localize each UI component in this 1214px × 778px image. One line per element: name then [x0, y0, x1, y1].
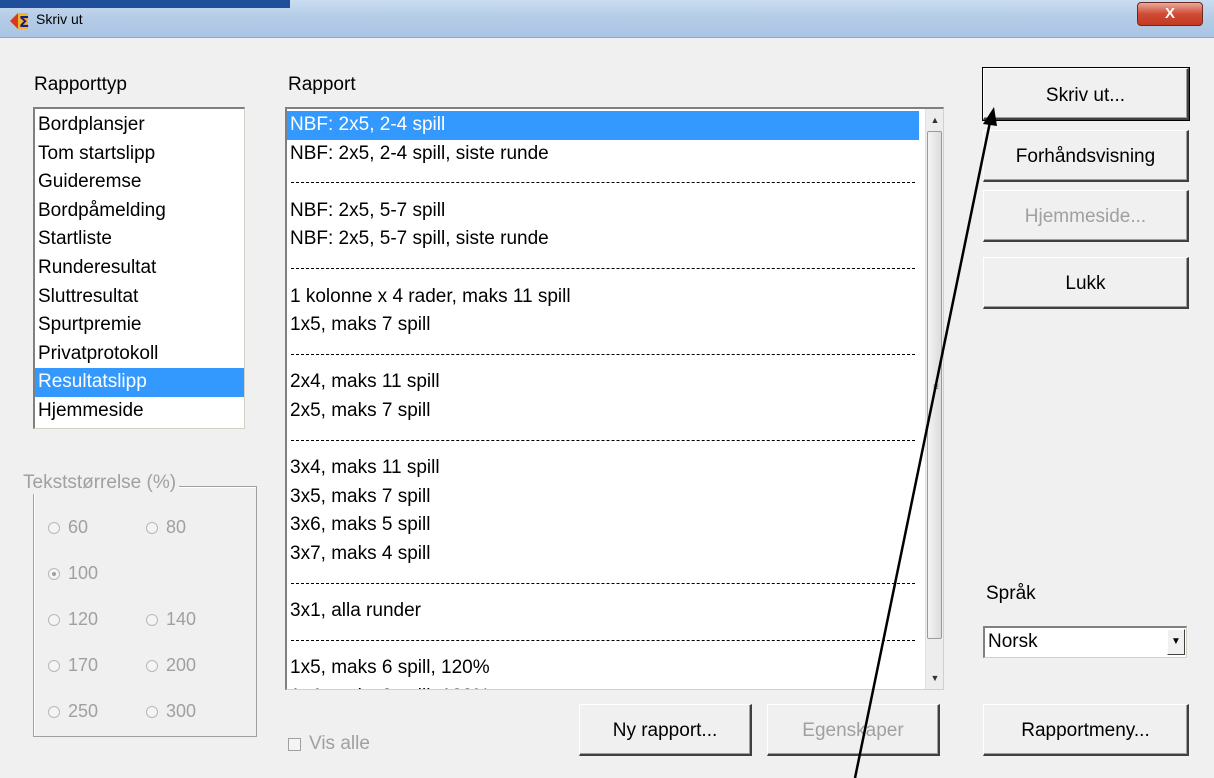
forhandsvisning-button[interactable]: Forhåndsvisning — [983, 130, 1189, 182]
lukk-button[interactable]: Lukk — [983, 257, 1189, 309]
radio-label: 200 — [166, 655, 197, 675]
rapporttyp-item[interactable]: Hjemmeside — [35, 397, 244, 426]
sprak-select[interactable]: Norsk ▼ — [983, 626, 1187, 658]
rapporttyp-item[interactable]: Bordpåmelding — [35, 197, 244, 226]
radio-label: 100 — [68, 563, 99, 583]
radio-option-60[interactable]: 60 — [48, 517, 88, 538]
rapport-separator — [287, 626, 919, 655]
radio-dot[interactable] — [48, 567, 60, 580]
radio-option-200[interactable]: 200 — [146, 655, 196, 676]
rapport-item[interactable]: 2x4, maks 11 spill — [287, 368, 919, 397]
rapport-item[interactable]: 1x4, maks 9 spill, 120% — [287, 683, 919, 689]
chevron-down-icon[interactable]: ▼ — [1167, 629, 1185, 655]
radio-option-300[interactable]: 300 — [146, 701, 196, 722]
rapporttyp-list[interactable]: Bordplansjer Tom startslipp Guideremse Bord… — [33, 107, 245, 429]
radio-dot[interactable] — [48, 613, 60, 626]
scrollbar-thumb[interactable]: ≡ — [927, 131, 942, 639]
rapporttyp-item[interactable]: Tom startslipp — [35, 140, 244, 169]
rapport-item[interactable]: 2x5, maks 7 spill — [287, 397, 919, 426]
scroll-down-icon[interactable]: ▼ — [926, 669, 943, 687]
radio-label: 80 — [166, 517, 187, 537]
rapporttyp-item[interactable]: Guideremse — [35, 168, 244, 197]
scroll-up-icon[interactable]: ▲ — [926, 111, 943, 129]
rapporttyp-label: Rapporttyp — [34, 74, 127, 95]
window-title: Skriv ut — [36, 11, 83, 27]
rapport-item[interactable]: NBF: 2x5, 5-7 spill — [287, 197, 919, 226]
rapport-item[interactable]: NBF: 2x5, 2-4 spill — [287, 111, 919, 140]
svg-text:Σ: Σ — [19, 13, 29, 31]
title-strip — [0, 0, 290, 8]
hjemmeside-button[interactable]: Hjemmeside... — [983, 190, 1189, 242]
radio-label: 120 — [68, 609, 99, 629]
rapporttyp-item[interactable]: Sluttresultat — [35, 283, 244, 312]
vis-alle-label: Vis alle — [309, 733, 370, 754]
grip-icon: ≡ — [933, 382, 939, 393]
close-button[interactable]: X — [1137, 2, 1203, 26]
radio-dot[interactable] — [48, 659, 60, 672]
rapport-label: Rapport — [288, 74, 356, 95]
rapport-item[interactable]: 3x1, alla runder — [287, 597, 919, 626]
egenskaper-button[interactable]: Egenskaper — [767, 704, 940, 756]
radio-dot[interactable] — [48, 521, 60, 534]
rapport-list[interactable]: NBF: 2x5, 2-4 spill NBF: 2x5, 2-4 spill, … — [285, 107, 944, 690]
rapporttyp-item[interactable]: Bordplansjer — [35, 111, 244, 140]
rapport-separator — [287, 254, 919, 283]
radio-label: 300 — [166, 701, 197, 721]
radio-option-120[interactable]: 120 — [48, 609, 98, 630]
rapport-item[interactable]: NBF: 2x5, 2-4 spill, siste runde — [287, 140, 919, 169]
rapport-item[interactable]: 1x5, maks 7 spill — [287, 311, 919, 340]
rapporttyp-item[interactable]: Startliste — [35, 225, 244, 254]
radio-option-140[interactable]: 140 — [146, 609, 196, 630]
rapporttyp-item[interactable]: Spurtpremie — [35, 311, 244, 340]
radio-option-250[interactable]: 250 — [48, 701, 98, 722]
ny-rapport-button[interactable]: Ny rapport... — [579, 704, 752, 756]
title-bar: Σ Skriv ut X — [0, 0, 1214, 38]
rapport-separator — [287, 569, 919, 598]
radio-dot[interactable] — [146, 659, 158, 672]
rapport-separator — [287, 426, 919, 455]
radio-label: 170 — [68, 655, 99, 675]
radio-dot[interactable] — [48, 705, 60, 718]
close-icon: X — [1164, 5, 1175, 22]
sprak-value: Norsk — [988, 631, 1038, 652]
radio-label: 60 — [68, 517, 89, 537]
radio-option-80[interactable]: 80 — [146, 517, 186, 538]
rapportmeny-button[interactable]: Rapportmeny... — [983, 704, 1189, 756]
radio-label: 140 — [166, 609, 197, 629]
radio-dot[interactable] — [146, 521, 158, 534]
tekststorrelse-label: Tekststørrelse (%) — [20, 472, 180, 494]
skriv-ut-button[interactable]: Skriv ut... — [982, 67, 1190, 121]
rapport-item[interactable]: 3x5, maks 7 spill — [287, 483, 919, 512]
radio-option-100[interactable]: 100 — [48, 563, 98, 584]
sprak-label: Språk — [986, 583, 1036, 604]
rapport-item[interactable]: 1x5, maks 6 spill, 120% — [287, 654, 919, 683]
radio-dot[interactable] — [146, 613, 158, 626]
vis-alle-checkbox[interactable]: Vis alle — [288, 733, 370, 755]
radio-dot[interactable] — [146, 705, 158, 718]
checkbox-box[interactable] — [288, 737, 301, 751]
rapport-item[interactable]: 3x6, maks 5 spill — [287, 511, 919, 540]
rapporttyp-item[interactable]: Resultatslipp — [35, 368, 244, 397]
rapport-separator — [287, 340, 919, 369]
rapporttyp-item[interactable]: Runderesultat — [35, 254, 244, 283]
rapport-item[interactable]: NBF: 2x5, 5-7 spill, siste runde — [287, 225, 919, 254]
rapport-scrollbar[interactable]: ▲ ≡ ▼ — [925, 109, 943, 689]
rapport-separator — [287, 168, 919, 197]
app-sigma-icon: Σ — [10, 13, 29, 31]
rapport-item[interactable]: 3x4, maks 11 spill — [287, 454, 919, 483]
radio-label: 250 — [68, 701, 99, 721]
rapport-item[interactable]: 3x7, maks 4 spill — [287, 540, 919, 569]
rapport-rows: NBF: 2x5, 2-4 spill NBF: 2x5, 2-4 spill, … — [287, 111, 943, 689]
rapporttyp-item[interactable]: Privatprotokoll — [35, 340, 244, 369]
rapport-item[interactable]: 1 kolonne x 4 rader, maks 11 spill — [287, 283, 919, 312]
radio-option-170[interactable]: 170 — [48, 655, 98, 676]
